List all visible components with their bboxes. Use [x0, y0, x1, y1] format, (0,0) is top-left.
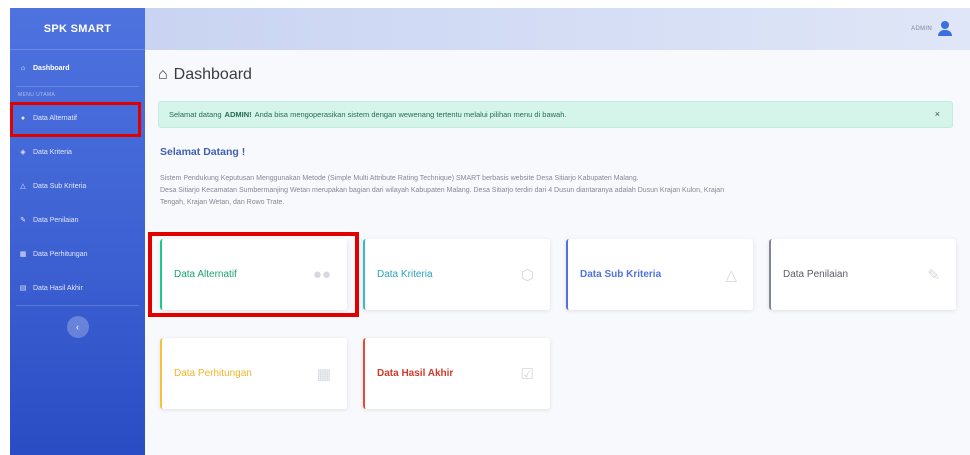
brand-title[interactable]: SPK SMART — [10, 8, 145, 50]
card-label: Data Perhitungan — [174, 368, 252, 379]
close-icon[interactable]: × — [935, 109, 940, 119]
card-data-perhitungan[interactable]: Data Perhitungan ▦ — [160, 338, 347, 409]
cube-icon: ◈ — [20, 149, 26, 156]
sidebar-item-data-hasil-akhir[interactable]: ▤ Data Hasil Akhir — [10, 271, 145, 305]
sidebar-item-dashboard[interactable]: ⌂ Dashboard — [10, 50, 145, 86]
sidebar-item-label: Data Hasil Akhir — [33, 284, 83, 292]
welcome-text: Sistem Pendukung Keputusan Menggunakan M… — [160, 173, 950, 209]
card-data-penilaian[interactable]: Data Penilaian ✎ — [769, 239, 956, 310]
sidebar-item-label: Dashboard — [33, 64, 70, 72]
cubes-icon: △ — [20, 183, 26, 190]
welcome-line: Tengah, Krajan Wetan, dan Rowo Trate. — [160, 199, 285, 206]
sidebar: SPK SMART ⌂ Dashboard MENU UTAMA ● Data … — [10, 8, 145, 455]
sidebar-section-heading: MENU UTAMA — [18, 92, 56, 98]
divider — [16, 305, 139, 306]
sidebar-toggle-button[interactable]: ‹ — [66, 316, 89, 338]
sidebar-item-label: Data Perhitungan — [33, 250, 88, 258]
edit-icon: ✎ — [927, 266, 940, 284]
page-title: ⌂ Dashboard — [158, 66, 252, 84]
sidebar-item-data-kriteria[interactable]: ◈ Data Kriteria — [10, 135, 145, 169]
main-content: ⌂ Dashboard Selamat datang ADMIN! Anda b… — [145, 50, 970, 455]
welcome-alert: Selamat datang ADMIN! Anda bisa mengoper… — [158, 101, 953, 128]
link-icon: ● — [20, 114, 26, 122]
sidebar-item-label: Data Kriteria — [33, 148, 72, 156]
home-icon: ⌂ — [158, 66, 168, 83]
alert-message: Anda bisa mengoperasikan sistem dengan w… — [254, 110, 567, 119]
edit-icon: ✎ — [20, 217, 26, 224]
sidebar-item-label: Data Alternatif — [33, 114, 77, 122]
sidebar-item-label: Data Penilaian — [33, 216, 79, 224]
card-data-sub-kriteria[interactable]: Data Sub Kriteria △ — [566, 239, 753, 310]
welcome-line: Sistem Pendukung Keputusan Menggunakan M… — [160, 175, 639, 182]
cube-icon: ⬡ — [520, 266, 534, 284]
card-label: Data Kriteria — [377, 269, 433, 280]
card-label: Data Hasil Akhir — [377, 368, 454, 379]
user-name[interactable]: ADMIN — [911, 26, 932, 32]
card-label: Data Alternatif — [174, 269, 237, 280]
sidebar-item-data-sub-kriteria[interactable]: △ Data Sub Kriteria — [10, 169, 145, 203]
topbar: ADMIN — [145, 8, 970, 50]
card-label: Data Sub Kriteria — [580, 269, 662, 280]
sidebar-item-data-perhitungan[interactable]: ▦ Data Perhitungan — [10, 237, 145, 271]
cubes-icon: △ — [725, 266, 737, 284]
user-icon[interactable] — [938, 21, 952, 37]
sidebar-item-data-alternatif[interactable]: ● Data Alternatif — [10, 101, 145, 135]
sidebar-item-data-penilaian[interactable]: ✎ Data Penilaian — [10, 203, 145, 237]
alert-prefix: Selamat datang — [169, 110, 222, 119]
card-label: Data Penilaian — [783, 269, 849, 280]
welcome-line: Desa Sitiarjo Kecamatan Sumbermanjing We… — [160, 187, 725, 194]
home-icon: ⌂ — [20, 64, 26, 72]
calculator-icon: ▦ — [316, 365, 331, 383]
chevron-left-icon: ‹ — [76, 322, 79, 332]
alert-user: ADMIN! — [224, 110, 252, 119]
sidebar-item-label: Data Sub Kriteria — [33, 182, 87, 190]
page-title-text: Dashboard — [173, 66, 252, 83]
users-icon: ●● — [312, 266, 331, 283]
card-data-alternatif[interactable]: Data Alternatif ●● — [160, 239, 347, 310]
divider — [16, 86, 139, 87]
card-data-kriteria[interactable]: Data Kriteria ⬡ — [363, 239, 550, 310]
card-data-hasil-akhir[interactable]: Data Hasil Akhir ☑ — [363, 338, 550, 409]
calculator-icon: ▦ — [19, 251, 27, 258]
welcome-title: Selamat Datang ! — [160, 146, 246, 158]
chart-icon: ▤ — [19, 285, 27, 292]
calendar-check-icon: ☑ — [520, 365, 534, 383]
